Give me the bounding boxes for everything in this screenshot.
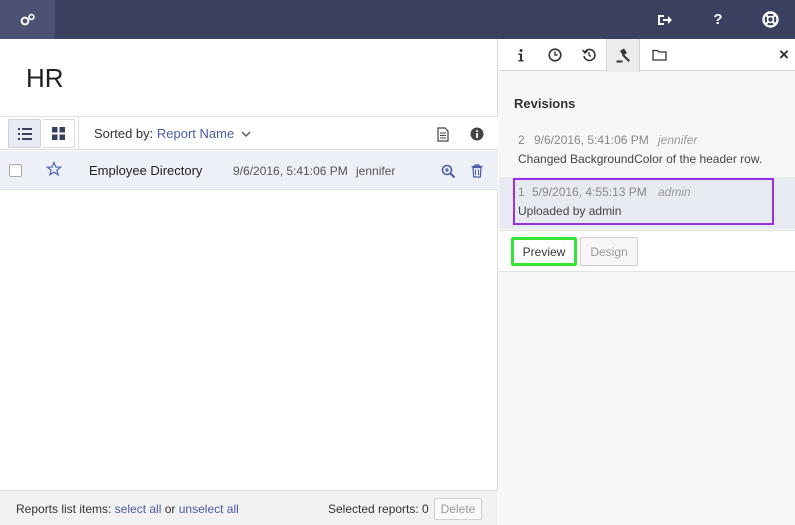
document-icon (437, 126, 449, 142)
select-all-link[interactable]: select all (115, 502, 162, 516)
zoom-in-icon (441, 164, 455, 178)
tab-revisions[interactable] (572, 39, 606, 71)
tab-folder[interactable] (642, 39, 676, 71)
logout-button[interactable] (645, 0, 685, 39)
logout-icon (658, 14, 672, 25)
page-title: HR (26, 63, 64, 93)
report-name[interactable]: Employee Directory (89, 163, 202, 178)
support-button[interactable] (750, 0, 790, 39)
revision-item[interactable]: 2 9/6/2016, 5:41:06 PM jennifer Changed … (499, 125, 795, 177)
top-bar: ? (0, 0, 795, 39)
sort-control[interactable]: Sorted by: Report Name (94, 126, 251, 141)
revision-date: 9/6/2016, 5:41:06 PM (534, 133, 649, 147)
list-items-label: Reports list items: (16, 502, 112, 516)
trash-icon (471, 164, 483, 178)
lifebuoy-icon (761, 11, 779, 28)
gears-icon (20, 13, 35, 25)
delete-button[interactable]: Delete (434, 498, 482, 520)
unselect-all-link[interactable]: unselect all (179, 502, 239, 516)
revision-number: 1 (518, 185, 525, 199)
revision-number: 2 (518, 133, 525, 147)
revision-user: jennifer (658, 133, 698, 147)
report-date: 9/6/2016, 5:41:06 PM (233, 164, 348, 178)
gavel-icon (616, 48, 630, 63)
new-report-button[interactable] (433, 124, 453, 144)
tab-info[interactable] (504, 39, 538, 71)
preview-report-button[interactable] (439, 162, 457, 180)
list-view-button[interactable] (8, 119, 41, 148)
list-icon (17, 127, 32, 140)
row-checkbox[interactable] (9, 164, 22, 177)
help-button[interactable]: ? (698, 0, 738, 39)
sort-label: Sorted by: (94, 126, 154, 141)
home-button[interactable] (0, 0, 55, 39)
info-button[interactable] (467, 124, 487, 144)
chevron-down-icon (241, 131, 251, 137)
details-panel: × Revisions 2 9/6/2016, 5:41:06 PM jenni… (499, 39, 795, 525)
delete-report-button[interactable] (468, 162, 486, 180)
revision-date: 5/9/2016, 4:55:13 PM (532, 185, 647, 199)
star-icon (45, 160, 63, 177)
or-text: or (164, 502, 176, 516)
reports-panel: HR Sorted by: Report Name Employee Direc… (0, 39, 498, 525)
table-row[interactable]: Employee Directory 9/6/2016, 5:41:06 PM … (0, 151, 498, 190)
design-button[interactable]: Design (580, 237, 638, 266)
folder-icon (651, 49, 667, 61)
list-selection-info: Reports list items: select all or unsele… (16, 502, 239, 516)
toolbar-divider (78, 117, 79, 150)
sort-value[interactable]: Report Name (157, 126, 234, 141)
tab-history[interactable] (538, 39, 572, 71)
reports-toolbar: Sorted by: Report Name (0, 116, 498, 150)
info-icon (518, 48, 524, 61)
close-panel-button[interactable]: × (767, 39, 795, 71)
grid-view-button[interactable] (42, 119, 75, 148)
revision-item-selected[interactable]: 1 5/9/2016, 4:55:13 PM admin Uploaded by… (499, 177, 795, 229)
revision-actions: Preview Design (499, 230, 795, 272)
close-icon: × (779, 45, 789, 64)
grid-icon (51, 127, 65, 140)
revision-description: Uploaded by admin (518, 204, 622, 218)
history-icon (582, 48, 596, 62)
clock-icon (548, 48, 562, 62)
reports-footer: Reports list items: select all or unsele… (0, 490, 498, 525)
favorite-button[interactable] (45, 160, 63, 180)
details-tabs: × (499, 39, 795, 72)
preview-button[interactable]: Preview (511, 237, 577, 266)
info-icon (470, 127, 484, 141)
revisions-title: Revisions (514, 96, 576, 111)
help-icon: ? (713, 11, 723, 28)
report-user: jennifer (356, 164, 396, 178)
selected-count: Selected reports: 0 (328, 502, 429, 516)
revision-description: Changed BackgroundColor of the header ro… (518, 152, 763, 166)
revision-user: admin (658, 185, 691, 199)
tab-actions[interactable] (606, 39, 640, 72)
